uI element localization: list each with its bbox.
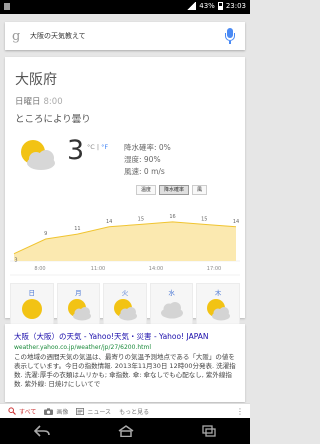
- chart-area: [14, 221, 236, 261]
- news-icon: [76, 407, 85, 415]
- unit-fahrenheit[interactable]: °F: [101, 143, 108, 151]
- tab-all[interactable]: すべて: [8, 407, 36, 416]
- condition: ところにより曇り: [15, 114, 91, 125]
- clock: 23:03: [225, 2, 246, 10]
- tab-more-label: もっと見る: [119, 408, 150, 416]
- time-tick-label: 14:00: [149, 266, 163, 272]
- hourly-temp-label: 16: [169, 214, 175, 220]
- nav-bar: [0, 418, 250, 444]
- day-name: 水: [168, 289, 175, 297]
- result-title[interactable]: 大阪（大阪）の天気 - Yahoo!天気・災害 - Yahoo! JAPAN: [14, 332, 236, 342]
- tab-images-label: 画像: [56, 408, 69, 416]
- weekday: 日曜日: [15, 97, 41, 107]
- tab-news-label: ニュース: [87, 408, 112, 416]
- unit-celsius[interactable]: °C: [87, 143, 95, 151]
- precip-prob: 降水確率: 0%: [124, 143, 171, 152]
- google-g-icon: g: [12, 28, 21, 44]
- search-tabs: すべて 画像 ニュース もっと見る ⋮: [0, 403, 250, 418]
- wind-speed: 風速: 0 m/s: [124, 167, 165, 176]
- day-name: 木: [214, 289, 222, 297]
- time-tick-label: 11:00: [91, 266, 105, 272]
- hourly-temp-label: 15: [138, 216, 144, 222]
- toggle-temperature[interactable]: 温度: [136, 185, 157, 195]
- partly-cloudy-icon: [207, 299, 231, 321]
- search-icon: [8, 407, 16, 415]
- battery-percent: 43%: [199, 2, 215, 10]
- search-result[interactable]: 大阪（大阪）の天気 - Yahoo!天気・災害 - Yahoo! JAPAN w…: [5, 324, 245, 402]
- toggle-wind[interactable]: 風: [192, 185, 208, 195]
- hourly-temp-label: 14: [233, 219, 239, 225]
- current-time: 8:00: [43, 97, 63, 107]
- day-name: 月: [75, 289, 82, 297]
- weather-card: 大阪府 日曜日 8:00 ところにより曇り 3 °C | °F 降水確率: 0% …: [5, 57, 245, 341]
- result-url: weather.yahoo.co.jp/weather/jp/27/6200.h…: [14, 344, 151, 351]
- partly-cloudy-icon: [21, 140, 55, 170]
- tab-images[interactable]: 画像: [44, 407, 68, 416]
- overflow-menu-icon[interactable]: ⋮: [236, 407, 244, 416]
- notification-icon: [4, 3, 10, 10]
- hourly-temp-label: 15: [201, 216, 207, 222]
- search-bar[interactable]: g 大阪の天気教えて: [5, 22, 245, 50]
- hourly-temp-label: 14: [106, 219, 112, 225]
- tab-more[interactable]: もっと見る: [119, 407, 149, 416]
- partly-cloudy-icon: [114, 299, 138, 321]
- hourly-chart: 8:00 11:00 14:00 17:00 3 9 11 14 15 16 15 14: [10, 214, 240, 276]
- tab-all-label: すべて: [19, 408, 37, 416]
- day-name: 火: [121, 289, 129, 297]
- day-name: 日: [28, 289, 36, 297]
- partly-cloudy-icon: [67, 299, 91, 321]
- time-tick-label: 17:00: [207, 266, 221, 272]
- cloudy-icon: [160, 302, 183, 319]
- current-temp: 3: [67, 135, 85, 166]
- result-snippet: この地域の週間天気の気温は、最寄りの気温予測地点である「大阪」の値を表示していま…: [14, 353, 236, 388]
- recent-apps-icon[interactable]: [202, 425, 216, 437]
- signal-icon: [187, 2, 197, 10]
- mic-icon[interactable]: [222, 27, 238, 45]
- hourly-temp-label: 3: [14, 258, 17, 264]
- humidity: 湿度: 90%: [124, 155, 161, 164]
- battery-icon: [217, 2, 223, 10]
- tab-news[interactable]: ニュース: [76, 407, 111, 416]
- camera-icon: [44, 407, 54, 415]
- hourly-temp-label: 11: [74, 226, 80, 232]
- back-icon[interactable]: [33, 425, 50, 437]
- city-name: 大阪府: [15, 72, 57, 88]
- sun-icon: [22, 299, 42, 319]
- time-tick-label: 8:00: [34, 266, 45, 272]
- hourly-temp-label: 9: [44, 231, 47, 237]
- status-bar: 43% 23:03: [0, 0, 250, 14]
- toggle-precip[interactable]: 降水確率: [159, 185, 190, 195]
- search-query[interactable]: 大阪の天気教えて: [30, 31, 222, 41]
- home-icon[interactable]: [117, 425, 135, 437]
